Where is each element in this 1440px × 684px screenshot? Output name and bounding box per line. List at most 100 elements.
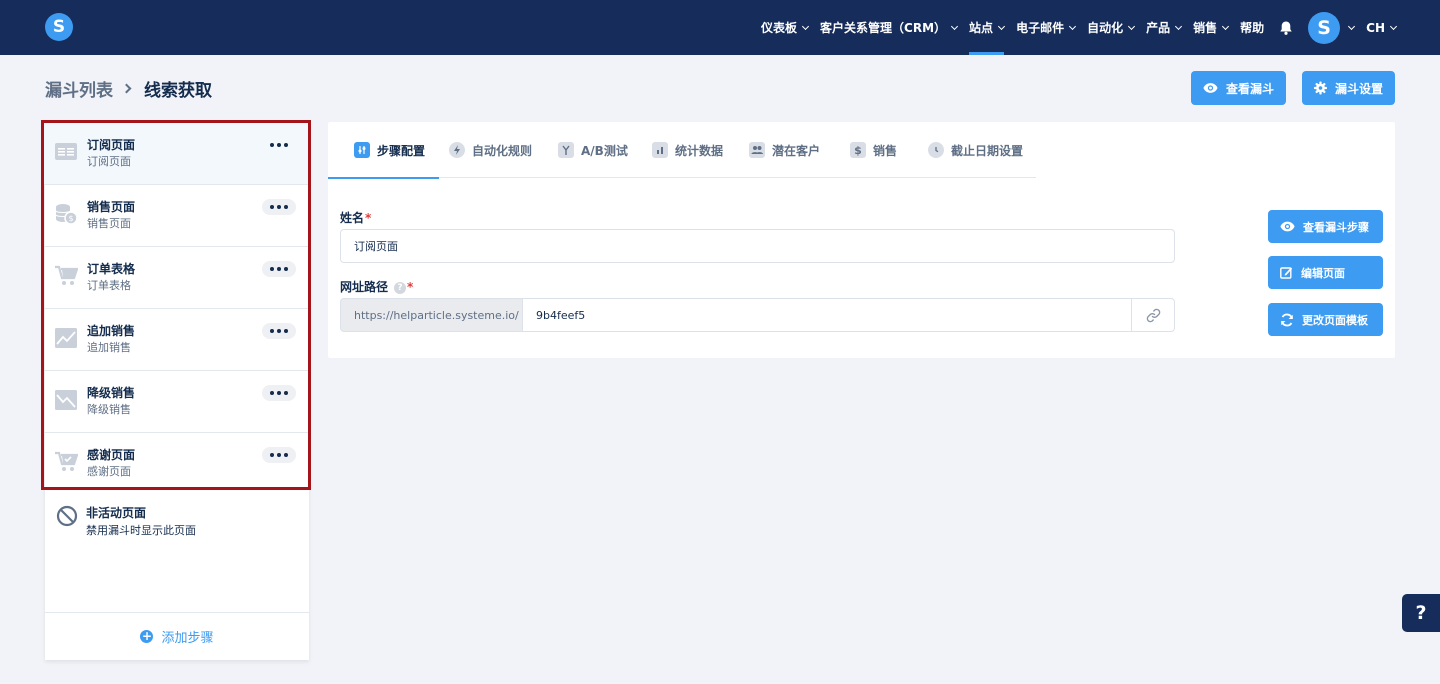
- help-icon[interactable]: ?: [394, 281, 407, 294]
- steps-highlight-box: 订阅页面 订阅页面 $ 销售页面 销售页面 订单表格 订单表格 追加销售 追加销…: [41, 120, 311, 490]
- refresh-icon: [1281, 313, 1293, 326]
- chevron-down-icon: [802, 22, 810, 30]
- name-value: 订阅页面: [354, 240, 398, 253]
- tab-label: 步骤配置: [377, 143, 426, 158]
- url-path-value: 9b4feef5: [536, 308, 586, 322]
- tab-leads[interactable]: 潜在客户: [749, 122, 820, 178]
- nav-products[interactable]: 产品: [1146, 0, 1183, 55]
- tab-label: 统计数据: [675, 143, 724, 158]
- tab-label: 自动化规则: [472, 143, 533, 158]
- nav-label: 帮助: [1240, 21, 1265, 35]
- step-subtitle: 订阅页面: [87, 155, 131, 168]
- inactive-page-subtitle: 禁用漏斗时显示此页面: [86, 524, 196, 537]
- nav-label: 产品: [1146, 21, 1171, 35]
- step-config-panel: 步骤配置 自动化规则 A/B测试 统计数据 潜在客户 $ 销售 截止日期设置 姓…: [327, 122, 1395, 358]
- change-template-label: 更改页面模板: [1302, 313, 1368, 327]
- tab-ab-test[interactable]: A/B测试: [558, 122, 628, 178]
- nav-label: 仪表板: [761, 21, 798, 35]
- tab-deadline-settings[interactable]: 截止日期设置: [928, 122, 1023, 178]
- more-options-button[interactable]: [262, 199, 296, 215]
- step-title: 订阅页面: [87, 138, 136, 152]
- link-icon: [1146, 308, 1160, 322]
- nav-sales[interactable]: 销售: [1193, 0, 1230, 55]
- step-title: 降级销售: [87, 386, 136, 400]
- url-path-label: 网址路径? *: [340, 280, 414, 294]
- tab-bar: 步骤配置 自动化规则 A/B测试 统计数据 潜在客户 $ 销售 截止日期设置: [327, 122, 1036, 179]
- chevron-down-icon: [1128, 22, 1136, 30]
- url-prefix: https://helparticle.systeme.io/: [340, 298, 523, 332]
- chevron-down-icon: [1175, 22, 1183, 30]
- tab-automation-rules[interactable]: 自动化规则: [449, 122, 532, 178]
- funnel-steps-sidebar: 订阅页面 订阅页面 $ 销售页面 销售页面 订单表格 订单表格 追加销售 追加销…: [41, 120, 311, 660]
- more-options-button[interactable]: [262, 137, 296, 153]
- copy-link-button[interactable]: [1131, 298, 1175, 332]
- add-step-button[interactable]: + 添加步骤: [45, 612, 309, 660]
- clock-icon: [928, 142, 944, 158]
- chevron-down-icon[interactable]: [1348, 22, 1356, 30]
- main-menu: 仪表板 客户关系管理（CRM） 站点 电子邮件 自动化 产品 销售 帮助 S C…: [749, 0, 1398, 55]
- user-avatar[interactable]: S: [1308, 11, 1341, 44]
- name-label: 姓名*: [340, 211, 372, 225]
- funnel-settings-label: 漏斗设置: [1334, 81, 1383, 96]
- edit-page-button[interactable]: 编辑页面: [1268, 256, 1383, 289]
- edit-page-label: 编辑页面: [1301, 266, 1345, 280]
- users-icon: [749, 142, 765, 158]
- tab-label: 截止日期设置: [951, 143, 1024, 158]
- bar-chart-icon: [652, 142, 668, 158]
- step-optin-page[interactable]: 订阅页面 订阅页面: [44, 123, 308, 185]
- ban-icon: [56, 505, 78, 527]
- step-subtitle: 降级销售: [87, 403, 131, 416]
- nav-label: 销售: [1193, 21, 1218, 35]
- tab-step-config[interactable]: 步骤配置: [327, 122, 440, 179]
- nav-label: 自动化: [1087, 21, 1124, 35]
- more-options-button[interactable]: [262, 323, 296, 339]
- step-order-form[interactable]: 订单表格 订单表格: [44, 247, 308, 309]
- change-template-button[interactable]: 更改页面模板: [1268, 303, 1383, 336]
- more-options-button[interactable]: [262, 261, 296, 277]
- funnel-settings-button[interactable]: 漏斗设置: [1302, 71, 1395, 105]
- bell-icon[interactable]: [1278, 20, 1294, 36]
- inactive-page-step[interactable]: 非活动页面 禁用漏斗时显示此页面: [45, 500, 309, 560]
- chevron-down-icon: [951, 22, 959, 30]
- breadcrumb: 漏斗列表 线索获取: [45, 76, 212, 101]
- nav-label: 站点: [969, 21, 994, 35]
- nav-email[interactable]: 电子邮件: [1016, 0, 1077, 55]
- nav-automation[interactable]: 自动化: [1087, 0, 1136, 55]
- chevron-down-icon: [1069, 22, 1077, 30]
- nav-dashboard[interactable]: 仪表板: [761, 0, 810, 55]
- more-options-button[interactable]: [262, 385, 296, 401]
- view-funnel-step-button[interactable]: 查看漏斗步骤: [1268, 210, 1383, 243]
- step-thank-you-page[interactable]: 感谢页面 感谢页面: [44, 433, 308, 495]
- tab-sales[interactable]: $ 销售: [850, 122, 897, 178]
- sales-page-icon: $: [55, 204, 78, 225]
- systeme-logo[interactable]: S: [45, 13, 73, 41]
- top-navbar: S 仪表板 客户关系管理（CRM） 站点 电子邮件 自动化 产品 销售 帮助 S…: [0, 0, 1440, 55]
- step-downsell[interactable]: 降级销售 降级销售: [44, 371, 308, 433]
- more-options-button[interactable]: [262, 447, 296, 463]
- thank-you-icon: [55, 451, 78, 471]
- svg-text:$: $: [68, 214, 73, 223]
- nav-sites[interactable]: 站点: [969, 0, 1006, 55]
- url-path-input[interactable]: 9b4feef5: [522, 298, 1132, 332]
- add-step-label: 添加步骤: [161, 631, 214, 646]
- upsell-icon: [55, 328, 77, 348]
- step-subtitle: 追加销售: [87, 341, 131, 354]
- step-sales-page[interactable]: $ 销售页面 销售页面: [44, 185, 308, 247]
- tab-label: 潜在客户: [772, 143, 821, 158]
- nav-crm[interactable]: 客户关系管理（CRM）: [820, 0, 959, 55]
- nav-help[interactable]: 帮助: [1240, 0, 1264, 55]
- step-upsell[interactable]: 追加销售 追加销售: [44, 309, 308, 371]
- tab-statistics[interactable]: 统计数据: [652, 122, 723, 178]
- required-mark: *: [407, 280, 414, 294]
- help-button[interactable]: ?: [1402, 594, 1440, 632]
- view-funnel-label: 查看漏斗: [1225, 81, 1274, 96]
- language-selector[interactable]: CH: [1366, 0, 1398, 55]
- name-input[interactable]: 订阅页面: [340, 229, 1175, 263]
- tab-label: A/B测试: [581, 143, 628, 158]
- view-funnel-button[interactable]: 查看漏斗: [1191, 71, 1286, 105]
- step-title: 追加销售: [87, 324, 136, 338]
- sliders-icon: [354, 142, 370, 158]
- language-label: CH: [1366, 20, 1385, 35]
- breadcrumb-funnel-list[interactable]: 漏斗列表: [45, 76, 113, 101]
- step-title: 销售页面: [87, 200, 136, 214]
